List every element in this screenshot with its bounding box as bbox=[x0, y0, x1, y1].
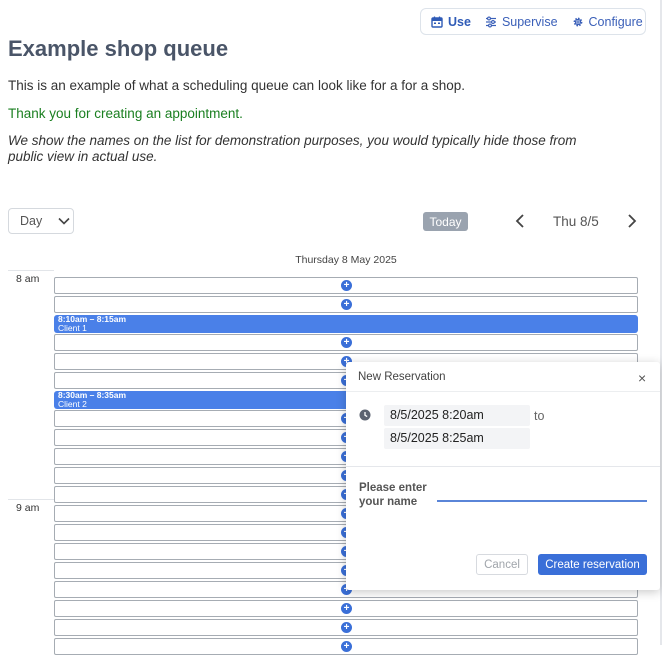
intro-text: This is an example of what a scheduling … bbox=[8, 78, 466, 93]
end-datetime[interactable]: 8/5/2025 8:25am bbox=[384, 428, 530, 449]
event-client: Client 1 bbox=[58, 323, 87, 333]
add-slot-icon[interactable]: + bbox=[341, 337, 352, 348]
view-select[interactable]: Day bbox=[8, 208, 74, 234]
name-label: Please enter your name bbox=[359, 482, 427, 508]
hour-label: 8 am bbox=[16, 273, 40, 285]
time-slot[interactable]: + bbox=[54, 296, 638, 313]
add-slot-icon[interactable]: + bbox=[341, 641, 352, 652]
name-input[interactable] bbox=[437, 484, 647, 502]
new-reservation-dialog: New Reservation × 8/5/2025 8:20am to 8/5… bbox=[346, 362, 660, 590]
day-header: Thursday 8 May 2025 bbox=[295, 254, 397, 266]
hour-divider bbox=[8, 499, 54, 500]
nav-use[interactable]: Use bbox=[431, 15, 471, 29]
add-slot-icon[interactable]: + bbox=[341, 603, 352, 614]
event-time: 8:10am – 8:15am bbox=[58, 314, 127, 324]
gear-icon bbox=[573, 17, 582, 26]
view-select-value: Day bbox=[20, 214, 43, 228]
time-slot[interactable]: + bbox=[54, 638, 638, 655]
calendar-icon bbox=[431, 16, 443, 28]
chevron-right-icon[interactable] bbox=[626, 213, 638, 229]
nav-supervise-label: Supervise bbox=[501, 14, 558, 29]
nav-use-label: Use bbox=[448, 14, 471, 29]
dialog-divider bbox=[346, 466, 660, 467]
chevron-down-icon bbox=[58, 217, 70, 225]
add-slot-icon[interactable]: + bbox=[341, 299, 352, 310]
hour-divider bbox=[8, 270, 54, 271]
time-slot[interactable]: + bbox=[54, 277, 638, 294]
time-slot[interactable]: + bbox=[54, 600, 638, 617]
cancel-button[interactable]: Cancel bbox=[476, 554, 528, 575]
dialog-title: New Reservation bbox=[358, 371, 446, 383]
top-navigation: Use Supervise Configure bbox=[420, 8, 646, 35]
add-slot-icon[interactable]: + bbox=[341, 622, 352, 633]
demo-note: We show the names on the list for demons… bbox=[8, 133, 577, 164]
nav-supervise[interactable]: Supervise bbox=[485, 15, 558, 29]
add-slot-icon[interactable]: + bbox=[341, 280, 352, 291]
event-block[interactable]: 8:10am – 8:15am Client 1 bbox=[54, 315, 638, 333]
chevron-left-icon[interactable] bbox=[514, 213, 526, 229]
to-label: to bbox=[534, 409, 545, 423]
page-title: Example shop queue bbox=[8, 36, 229, 61]
hour-label: 9 am bbox=[16, 502, 40, 514]
dialog-divider bbox=[346, 391, 660, 392]
sliders-icon bbox=[485, 16, 496, 27]
today-button[interactable]: Today bbox=[423, 212, 468, 231]
nav-configure-label: Configure bbox=[588, 14, 643, 29]
create-reservation-button[interactable]: Create reservation bbox=[538, 554, 647, 575]
close-icon[interactable]: × bbox=[638, 370, 646, 386]
success-message: Thank you for creating an appointment. bbox=[8, 106, 243, 121]
start-datetime[interactable]: 8/5/2025 8:20am bbox=[384, 405, 530, 426]
time-slot[interactable]: + bbox=[54, 619, 638, 636]
clock-icon bbox=[359, 409, 371, 421]
current-date: Thu 8/5 bbox=[553, 214, 599, 229]
time-slot[interactable]: + bbox=[54, 334, 638, 351]
nav-configure[interactable]: Configure bbox=[572, 15, 643, 29]
